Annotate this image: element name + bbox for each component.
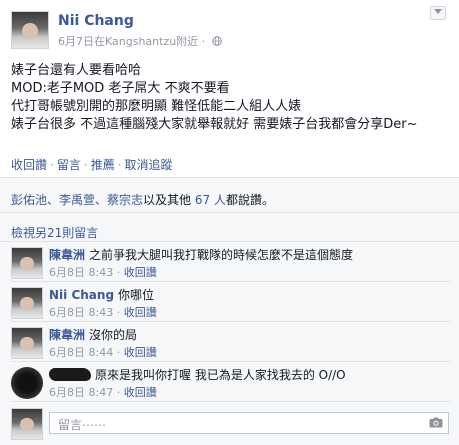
divider — [0, 212, 459, 213]
divider — [11, 281, 451, 282]
comment-placeholder: 留言⋯⋯ — [58, 418, 107, 432]
comment-input[interactable]: 留言⋯⋯ — [49, 412, 449, 434]
comment-text-line: 陳韋洲 之前爭我大腿叫我打戰隊的時候怎麼不是這個態度 — [49, 247, 353, 263]
view-more-comments-link[interactable]: 檢視另21則留言 — [11, 224, 98, 241]
post-line: 婊子台很多 不過這種腦殘大家就舉報就好 需要婊子台我都會分享Der~ — [11, 117, 418, 132]
post-timestamp-location[interactable]: 6月7日在Kangshantzu附近 · — [58, 35, 205, 48]
comment-composer: 留言⋯⋯ — [11, 408, 451, 440]
separator: · — [116, 266, 121, 279]
commenter-avatar[interactable] — [11, 327, 43, 359]
comment-body: 之前爭我大腿叫我打戰隊的時候怎麼不是這個態度 — [89, 248, 354, 262]
post-line: MOD:老子MOD 老子屌大 不爽不要看 — [11, 81, 230, 96]
comment-meta: 6月8日 8:44 · 收回讚 — [49, 344, 157, 360]
follow-link[interactable]: 取消追蹤 — [125, 158, 173, 172]
post-body: 婊子台還有人要看哈哈 MOD:老子MOD 老子屌大 不爽不要看 代打哥帳號別開的… — [11, 62, 451, 134]
likes-suffix: 都說讚。 — [225, 193, 274, 207]
comment-time[interactable]: 6月8日 8:43 — [49, 306, 113, 319]
post-line: 代打哥帳號別開的那麼明顯 難怪低能二人組人人婊 — [11, 99, 302, 114]
redacted-author-name[interactable] — [49, 368, 91, 381]
divider — [11, 361, 451, 362]
separator: · — [116, 346, 121, 359]
post-meta: 6月7日在Kangshantzu附近 · — [58, 33, 222, 49]
comment-body: 你哪位 — [118, 288, 155, 302]
comment-text-line: 陳韋洲 沒你的局 — [49, 327, 137, 343]
comment-time[interactable]: 6月8日 8:43 — [49, 266, 113, 279]
commenter-avatar[interactable] — [11, 247, 43, 279]
separator: · — [116, 386, 121, 399]
comment-like-link[interactable]: 收回讚 — [124, 386, 157, 399]
comment-like-link[interactable]: 收回讚 — [124, 346, 157, 359]
comment-author[interactable]: Nii Chang — [49, 288, 114, 302]
comment-like-link[interactable]: 收回讚 — [124, 266, 157, 279]
divider — [11, 321, 451, 322]
comment-link[interactable]: 留言 — [57, 158, 81, 172]
comment-time[interactable]: 6月8日 8:47 — [49, 386, 113, 399]
comment-time[interactable]: 6月8日 8:44 — [49, 346, 113, 359]
separator: · — [83, 158, 88, 172]
viewer-avatar — [11, 408, 43, 440]
likes-middle-text: 以及其他 — [143, 193, 192, 207]
comment-body: 原來是我叫你打喔 我已為是人家找我去的 O//O — [95, 368, 346, 382]
commenter-avatar[interactable] — [11, 287, 43, 319]
post-header: Nii Chang 6月7日在Kangshantzu附近 · — [0, 0, 459, 52]
poster-name[interactable]: Nii Chang — [58, 13, 134, 29]
comment-meta: 6月8日 8:47 · 收回讚 — [49, 384, 157, 400]
share-link[interactable]: 推薦 — [91, 158, 115, 172]
like-link[interactable]: 收回讚 — [11, 158, 47, 172]
separator: · — [50, 158, 54, 172]
likes-summary: 彭佑池、李禹萱、蔡宗志以及其他 67 人都說讚。 — [11, 191, 274, 208]
comment-meta: 6月8日 8:43 · 收回讚 — [49, 264, 157, 280]
comment-author[interactable]: 陳韋洲 — [49, 248, 85, 262]
divider — [0, 241, 459, 242]
likers-names[interactable]: 彭佑池、李禹萱、蔡宗志 — [11, 193, 143, 207]
separator: · — [116, 306, 121, 319]
likes-count-link[interactable]: 67 人 — [195, 193, 226, 207]
comment-author[interactable]: 陳韋洲 — [49, 328, 85, 342]
chevron-down-icon[interactable] — [430, 6, 446, 20]
comment-like-link[interactable]: 收回讚 — [124, 306, 157, 319]
separator: · — [117, 158, 122, 172]
comment-meta: 6月8日 8:43 · 收回讚 — [49, 304, 157, 320]
comment-body: 沒你的局 — [89, 328, 138, 342]
divider — [0, 177, 459, 178]
comment-text-line: Nii Chang 你哪位 — [49, 287, 154, 303]
camera-icon[interactable] — [429, 417, 443, 428]
redacted-avatar[interactable] — [11, 367, 43, 399]
comment-text-line: 原來是我叫你打喔 我已為是人家找我去的 O//O — [49, 367, 346, 383]
post-actions: 收回讚 · 留言 · 推薦 · 取消追蹤 — [11, 156, 173, 173]
globe-icon[interactable] — [211, 36, 222, 46]
post-line: 婊子台還有人要看哈哈 — [11, 63, 142, 78]
poster-avatar[interactable] — [11, 11, 49, 49]
divider — [11, 401, 451, 402]
